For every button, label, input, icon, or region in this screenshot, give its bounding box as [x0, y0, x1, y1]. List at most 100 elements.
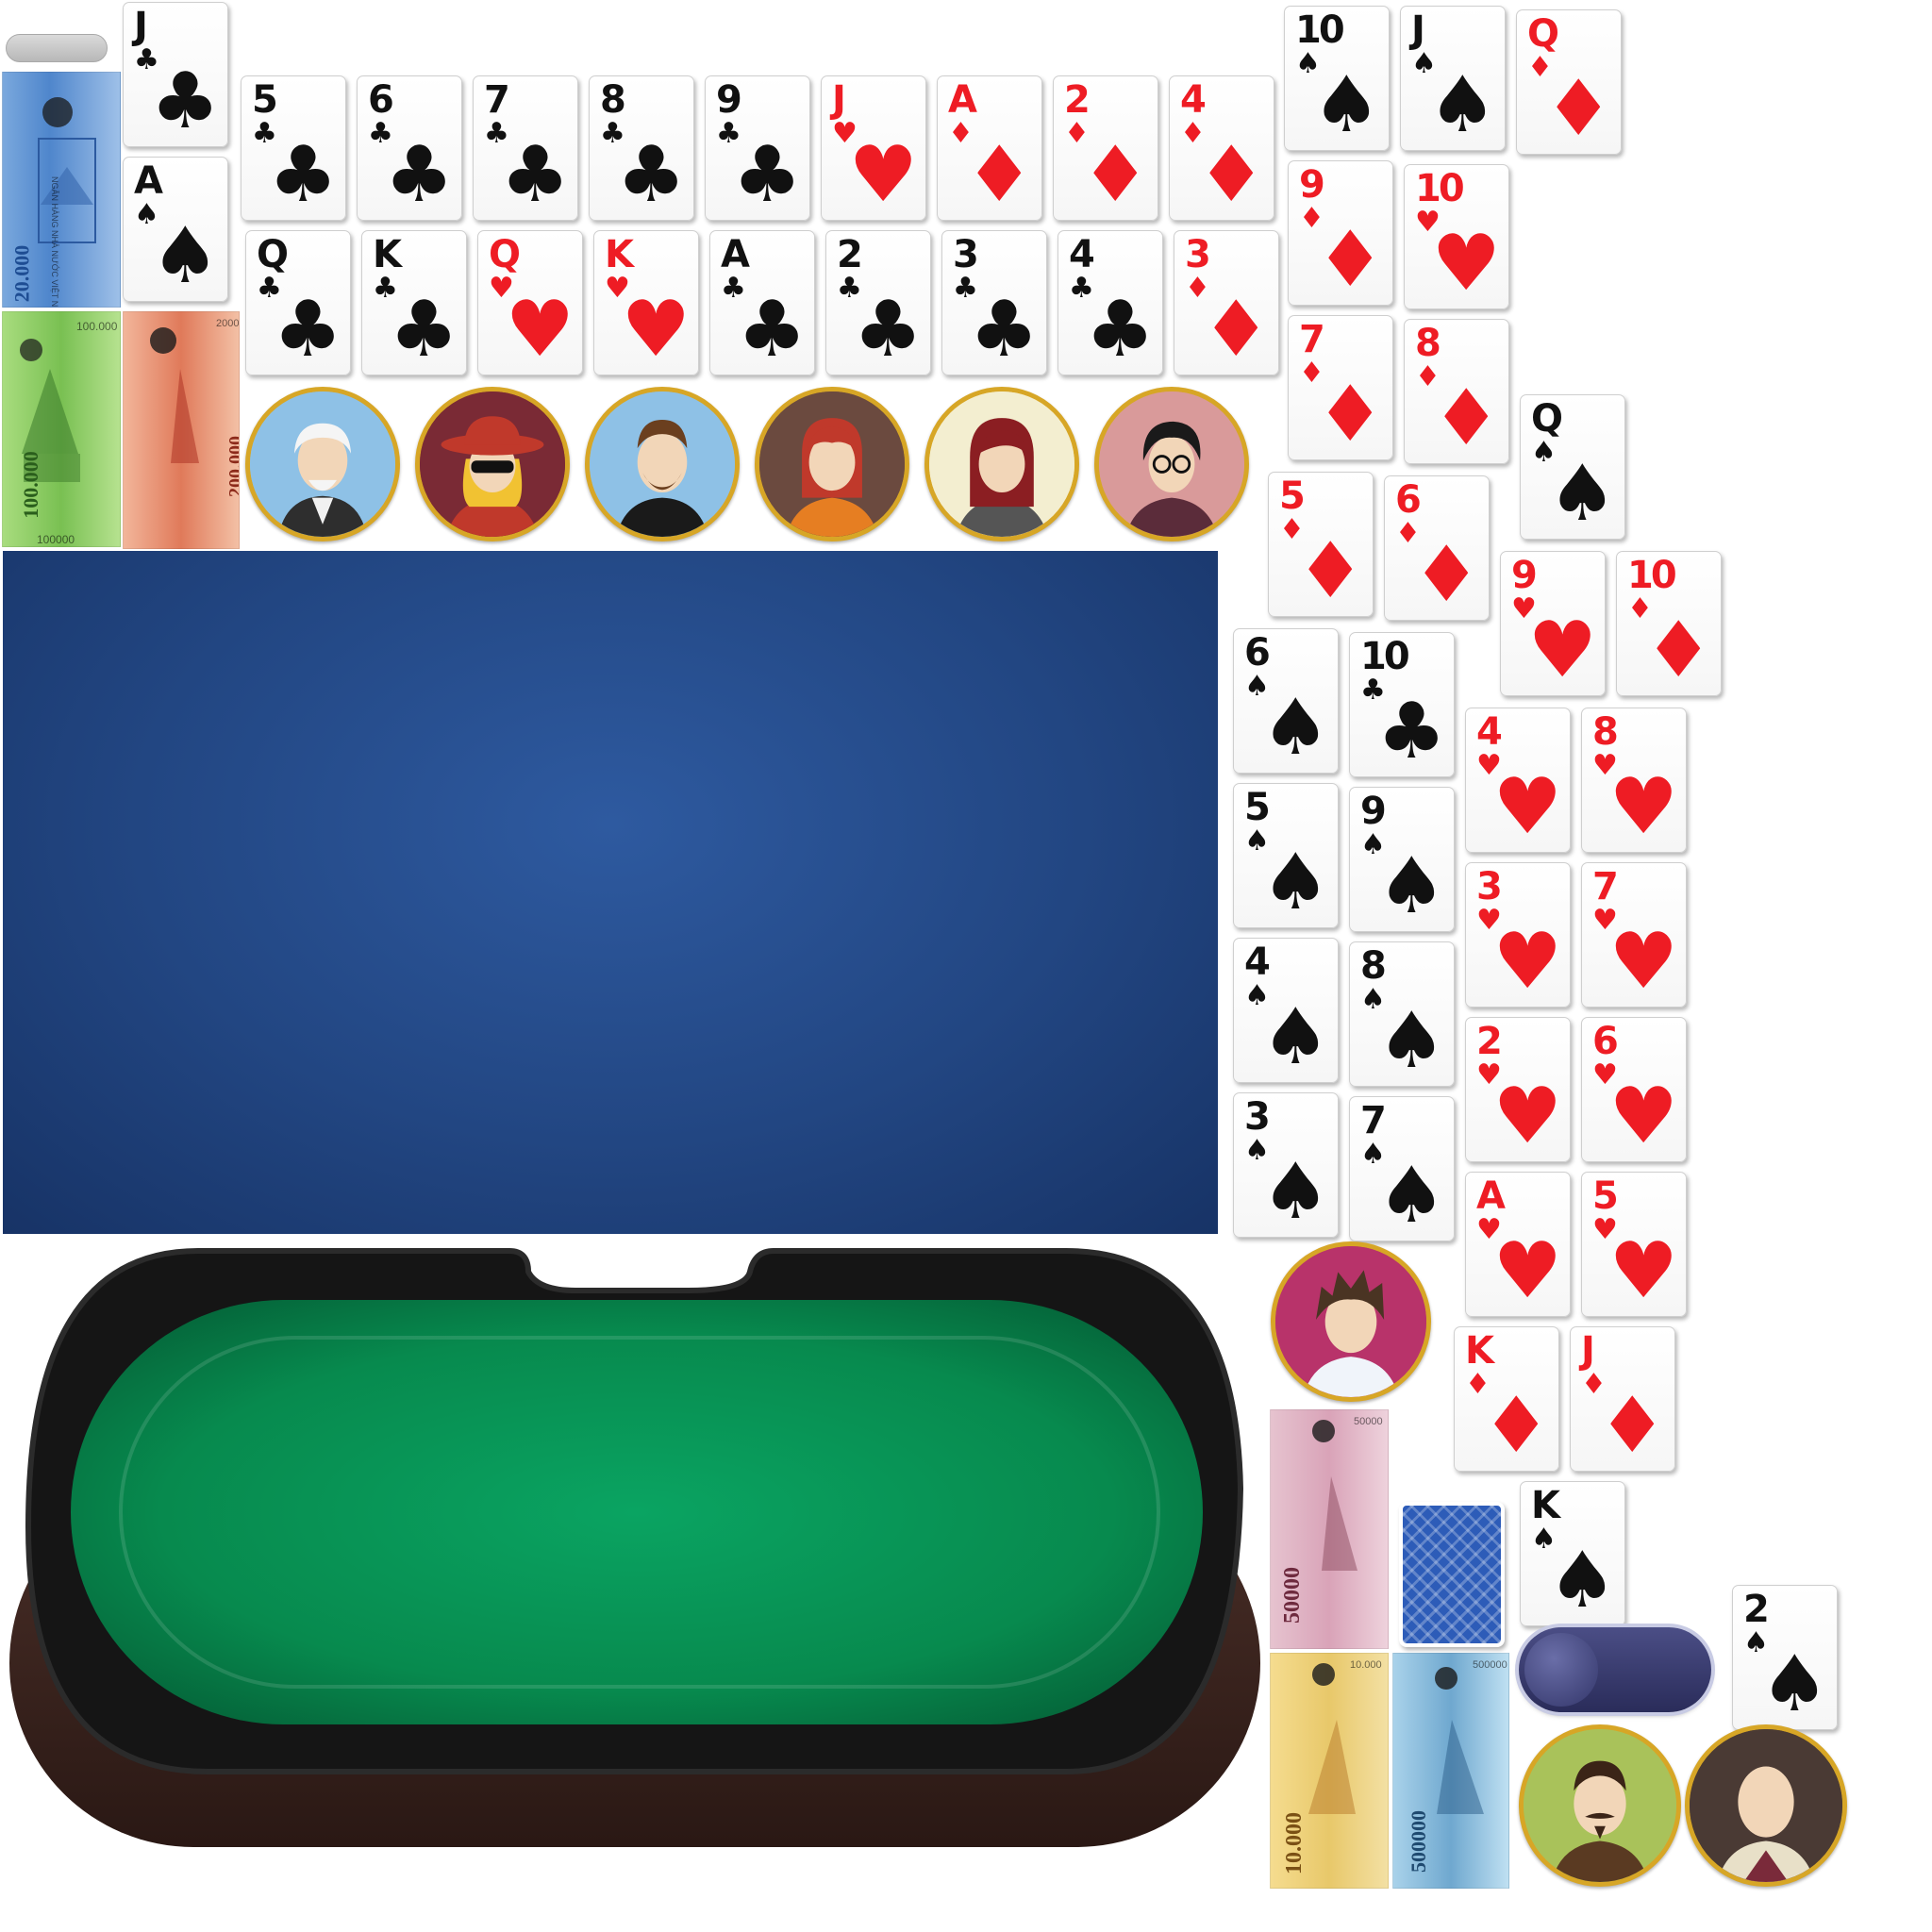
playing-card[interactable]: 9 ♠ ♠ [1349, 787, 1455, 932]
card-suit-large-icon: ♠ [1376, 841, 1446, 931]
playing-card[interactable]: Q ♦ ♦ [1516, 9, 1622, 155]
playing-card[interactable]: J ♣ ♣ [123, 2, 228, 147]
playing-card[interactable]: J ♦ ♦ [1570, 1326, 1675, 1472]
playing-card[interactable]: 2 ♦ ♦ [1053, 75, 1158, 221]
banknote-100000: 100.000 100.000 100000 [2, 311, 121, 547]
playing-card[interactable]: 7 ♥ ♥ [1581, 862, 1687, 1008]
scroll-handle[interactable] [6, 34, 108, 62]
card-suit-large-icon: ♥ [1492, 917, 1562, 1007]
playing-card[interactable]: 5 ♥ ♥ [1581, 1172, 1687, 1317]
playing-card[interactable]: 8 ♥ ♥ [1581, 708, 1687, 853]
banknote-denomination: 50000 [1280, 1567, 1305, 1624]
playing-card[interactable]: Q ♠ ♠ [1520, 394, 1625, 540]
playing-card[interactable]: K ♦ ♦ [1454, 1326, 1559, 1472]
playing-card[interactable]: 3 ♠ ♠ [1233, 1092, 1339, 1238]
card-rank: A [134, 159, 163, 203]
card-suit-large-icon: ♥ [1608, 917, 1678, 1007]
avatar-bearded-man[interactable] [585, 387, 740, 541]
playing-card[interactable]: 3 ♥ ♥ [1465, 862, 1571, 1008]
card-suit-large-icon: ♣ [500, 130, 570, 220]
card-suit-large-icon: ♠ [1260, 1147, 1330, 1237]
playing-card[interactable]: 4 ♣ ♣ [1058, 230, 1163, 375]
playing-card[interactable]: 10 ♠ ♠ [1284, 6, 1390, 151]
playing-card[interactable]: K ♠ ♠ [1520, 1481, 1625, 1626]
card-rank: Q [1531, 397, 1563, 441]
card-rank: 5 [1592, 1174, 1619, 1218]
avatar-mustache-man-icon [1524, 1729, 1676, 1882]
playing-card[interactable]: 10 ♣ ♣ [1349, 632, 1455, 777]
poker-table [9, 1248, 1260, 1847]
avatar-spiky-hair-boy-icon [1275, 1246, 1426, 1397]
banknote-top-label: 200000 [216, 318, 240, 329]
avatar-dark-hair-woman[interactable] [924, 387, 1079, 541]
playing-card[interactable]: 4 ♦ ♦ [1169, 75, 1274, 221]
playing-card[interactable]: 6 ♠ ♠ [1233, 628, 1339, 774]
playing-card[interactable]: 9 ♣ ♣ [705, 75, 810, 221]
playing-card[interactable]: 7 ♣ ♣ [473, 75, 578, 221]
playing-card[interactable]: K ♣ ♣ [361, 230, 467, 375]
card-suit-large-icon: ♦ [1543, 64, 1613, 154]
avatar-old-man[interactable] [245, 387, 400, 541]
playing-card[interactable]: 9 ♥ ♥ [1500, 551, 1606, 696]
playing-card[interactable]: J ♥ ♥ [821, 75, 926, 221]
playing-card[interactable]: 3 ♦ ♦ [1174, 230, 1279, 375]
avatar-mustache-man[interactable] [1519, 1724, 1681, 1887]
playing-card[interactable]: 2 ♥ ♥ [1465, 1017, 1571, 1162]
card-rank: 8 [1415, 322, 1441, 365]
playing-card[interactable]: 4 ♥ ♥ [1465, 708, 1571, 853]
playing-card[interactable]: 10 ♥ ♥ [1404, 164, 1509, 309]
playing-card[interactable]: 5 ♦ ♦ [1268, 472, 1374, 617]
playing-card[interactable]: 8 ♣ ♣ [589, 75, 694, 221]
avatar-glasses-woman[interactable] [1094, 387, 1249, 541]
playing-card[interactable]: Q ♣ ♣ [245, 230, 351, 375]
playing-card[interactable]: 3 ♣ ♣ [941, 230, 1047, 375]
card-rank: 9 [716, 78, 742, 122]
card-suit-large-icon: ♥ [1492, 1072, 1562, 1161]
toggle-knob[interactable] [1524, 1633, 1598, 1707]
playing-card[interactable]: 4 ♠ ♠ [1233, 938, 1339, 1083]
card-rank: 3 [1244, 1095, 1271, 1139]
playing-card[interactable]: 8 ♠ ♠ [1349, 941, 1455, 1087]
playing-card[interactable]: 5 ♣ ♣ [241, 75, 346, 221]
playing-card[interactable]: J ♠ ♠ [1400, 6, 1506, 151]
card-back[interactable] [1399, 1502, 1505, 1647]
playing-card[interactable]: 8 ♦ ♦ [1404, 319, 1509, 464]
playing-card[interactable]: 7 ♠ ♠ [1349, 1096, 1455, 1241]
playing-card[interactable]: Q ♥ ♥ [477, 230, 583, 375]
card-suit-large-icon: ♣ [616, 130, 686, 220]
avatar-woman-hat[interactable] [415, 387, 570, 541]
card-suit-large-icon: ♦ [1201, 285, 1271, 375]
playing-card[interactable]: 7 ♦ ♦ [1288, 315, 1393, 460]
card-rank: 9 [1299, 163, 1325, 207]
card-suit-large-icon: ♠ [1376, 996, 1446, 1086]
banknote-top-label: 100.000 [76, 320, 118, 333]
playing-card[interactable]: 6 ♣ ♣ [357, 75, 462, 221]
playing-card[interactable]: K ♥ ♥ [593, 230, 699, 375]
card-suit-large-icon: ♥ [621, 285, 691, 375]
playing-card[interactable]: 6 ♥ ♥ [1581, 1017, 1687, 1162]
card-suit-large-icon: ♦ [1196, 130, 1266, 220]
playing-card[interactable]: A ♦ ♦ [937, 75, 1042, 221]
playing-card[interactable]: 6 ♦ ♦ [1384, 475, 1490, 621]
playing-card[interactable]: 10 ♦ ♦ [1616, 551, 1722, 696]
playing-card[interactable]: A ♣ ♣ [709, 230, 815, 375]
banknote-top-label: 10.000 [1350, 1659, 1382, 1671]
playing-card[interactable]: 9 ♦ ♦ [1288, 160, 1393, 306]
card-rank: 6 [368, 78, 394, 122]
avatar-bald-man[interactable] [1685, 1724, 1847, 1887]
card-rank: K [605, 233, 634, 276]
card-rank: 9 [1511, 554, 1538, 597]
avatar-red-hair-woman[interactable] [755, 387, 909, 541]
playing-card[interactable]: A ♥ ♥ [1465, 1172, 1571, 1317]
card-rank: 7 [1299, 318, 1325, 361]
playing-card[interactable]: A ♠ ♠ [123, 157, 228, 302]
playing-card[interactable]: 5 ♠ ♠ [1233, 783, 1339, 928]
avatar-spiky-hair-boy[interactable] [1271, 1241, 1431, 1402]
card-suit-large-icon: ♦ [1643, 606, 1713, 695]
playing-card[interactable]: 2 ♣ ♣ [825, 230, 931, 375]
card-rank: 4 [1069, 233, 1095, 276]
card-suit-large-icon: ♠ [1547, 1536, 1617, 1625]
toggle-switch[interactable] [1519, 1627, 1711, 1712]
card-rank: 4 [1476, 710, 1503, 754]
playing-card[interactable]: 2 ♠ ♠ [1732, 1585, 1838, 1730]
